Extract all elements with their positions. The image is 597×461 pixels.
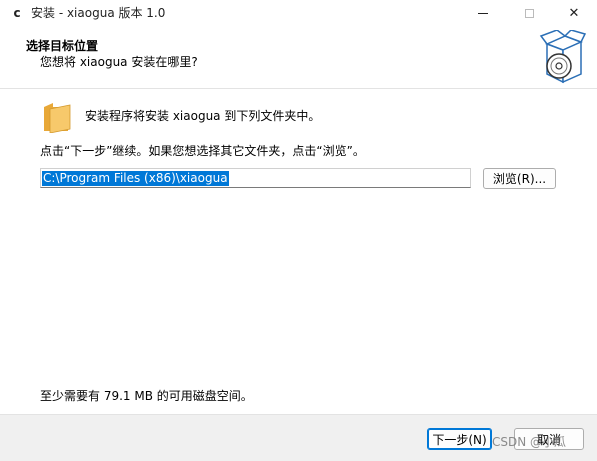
install-path-input[interactable]: C:\Program Files (x86)\xiaogua: [40, 168, 471, 188]
intro-text: 安装程序将安装 xiaogua 到下列文件夹中。: [85, 109, 321, 123]
maximize-button[interactable]: [507, 0, 551, 26]
title-bar: c 安装 - xiaogua 版本 1.0 ✕: [0, 0, 597, 26]
folder-icon: [44, 103, 71, 133]
minimize-icon: [478, 12, 488, 14]
disk-space-text: 至少需要有 79.1 MB 的可用磁盘空间。: [40, 389, 253, 403]
install-path-value[interactable]: C:\Program Files (x86)\xiaogua: [42, 170, 229, 186]
app-icon: c: [13, 6, 21, 20]
minimize-button[interactable]: [461, 0, 505, 26]
page-subtitle: 您想将 xiaogua 安装在哪里?: [40, 55, 198, 69]
next-button[interactable]: 下一步(N): [427, 428, 492, 450]
watermark-text: CSDN @小瓜: [492, 435, 567, 449]
maximize-icon: [524, 8, 534, 18]
instruction-text: 点击“下一步”继续。如果您想选择其它文件夹，点击“浏览”。: [40, 144, 365, 158]
browse-button[interactable]: 浏览(R)...: [483, 168, 556, 189]
page-title: 选择目标位置: [26, 39, 99, 53]
window-title: 安装 - xiaogua 版本 1.0: [31, 6, 166, 20]
wizard-header: 选择目标位置 您想将 xiaogua 安装在哪里?: [0, 26, 597, 88]
close-icon: ✕: [568, 5, 580, 21]
header-divider: [0, 88, 597, 89]
installer-window: c 安装 - xiaogua 版本 1.0 ✕ 选择目标位置 您想将 xiaog…: [0, 0, 597, 461]
close-button[interactable]: ✕: [552, 0, 596, 26]
installer-box-disc-icon: [539, 30, 587, 84]
